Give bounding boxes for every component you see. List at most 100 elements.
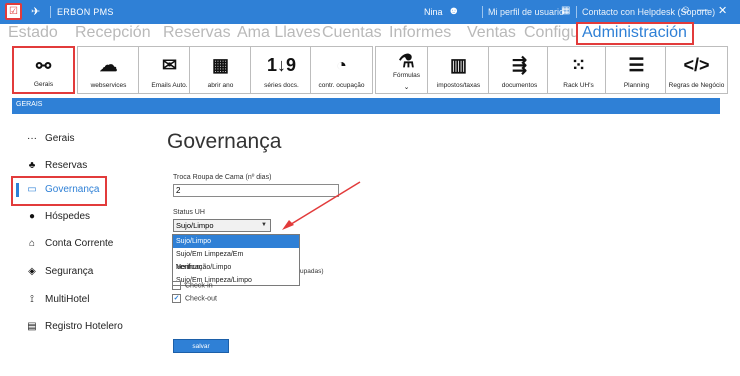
gauge-icon: ◔ [336, 55, 347, 75]
chevron-down-icon: ▼ [261, 222, 267, 228]
status-uh-value: Sujo/Limpo [176, 221, 214, 230]
menu-informes[interactable]: Informes [389, 24, 451, 42]
sidebar-item-gerais[interactable]: ··· Gerais [12, 126, 140, 152]
tool-planning[interactable]: ☰ Planning [605, 46, 668, 94]
annotation-arrow [282, 181, 361, 230]
sidebar-item-label: Conta Corrente [45, 238, 114, 249]
sidebar-item-label: Hóspedes [45, 211, 91, 222]
main-content: Governança Troca Roupa de Cama (nº dias)… [150, 114, 720, 372]
tool-rack-uhs[interactable]: ⁙ Rack UH's [547, 46, 610, 94]
train-icon: ⇶ [511, 55, 528, 75]
tool-label: Planning [623, 82, 650, 89]
menu-reservas[interactable]: Reservas [163, 24, 231, 42]
save-button[interactable]: salvar [173, 339, 229, 353]
toolbar: ⚯ Gerais ☁ webservices ✉ Emails Auto. ▦ … [0, 44, 740, 96]
checkout-checkbox[interactable]: ✓ [172, 294, 181, 303]
tool-impostos-taxas[interactable]: ▥ impostos/taxas [427, 46, 490, 94]
checkout-label: Check-out [185, 295, 217, 303]
status-option[interactable]: Nenhum [173, 261, 299, 274]
user-icon: ● [28, 211, 36, 222]
tool-label: séries docs. [264, 82, 299, 89]
tool-regras-negocio[interactable]: </> Regras de Negócio [665, 46, 728, 94]
checkin-checkbox[interactable] [172, 281, 181, 290]
divider [482, 6, 483, 18]
divider [576, 6, 577, 18]
profile-link[interactable]: Mi perfil de usuario [488, 7, 564, 17]
page-title: Governança [167, 130, 282, 153]
sidebar-item-multihotel[interactable]: ⟟ MultiHotel [12, 287, 140, 313]
tool-label: Rack UH's [563, 82, 594, 89]
ellipsis-icon: ··· [27, 133, 37, 144]
tool-series-docs[interactable]: 1↓9 séries docs. [250, 46, 313, 94]
tool-documentos[interactable]: ⇶ documentos [488, 46, 551, 94]
code-icon: </> [683, 55, 710, 75]
document-icon: ▤ [27, 321, 37, 332]
tool-gerais[interactable]: ⚯ Gerais [12, 46, 75, 94]
administracion-highlight [576, 22, 694, 45]
divider [50, 6, 51, 18]
status-option[interactable]: Sujo/Em Limpeza/Em Verificação/Limpo [173, 248, 299, 271]
minimize-button[interactable]: — [697, 4, 708, 16]
tool-contr-ocupacao[interactable]: ◔ contr. ocupação [310, 46, 373, 94]
sidebar-item-label: Registro Hotelero [45, 321, 123, 332]
sidebar-item-label: Reservas [45, 160, 88, 171]
menu-estado[interactable]: Estado [8, 24, 58, 42]
sidebar-item-label: MultiHotel [45, 294, 90, 305]
sidebar-item-label: Segurança [45, 266, 94, 277]
menu-cuentas[interactable]: Cuentas [322, 24, 382, 42]
cloud-icon: ☁ [99, 55, 118, 75]
grid-icon: ⁙ [570, 55, 587, 75]
sort-numeric-icon: 1↓9 [266, 55, 297, 75]
checkout-row[interactable]: ✓ Check-out [172, 294, 217, 303]
support-icon[interactable]: ☺ [680, 4, 691, 16]
sidebar-item-registro-hotelero[interactable]: ▤ Registro Hotelero [12, 314, 140, 340]
menu-ama-llaves[interactable]: Ama Llaves [237, 24, 321, 42]
tool-label: abrir ano [207, 82, 234, 89]
app-logo-icon[interactable]: ☑ [5, 3, 22, 20]
sidebar-item-seguranca[interactable]: ◈ Segurança [12, 259, 140, 285]
sidebar-item-hospedes[interactable]: ● Hóspedes [12, 204, 140, 230]
menu-ventas[interactable]: Ventas [467, 24, 516, 42]
antenna-icon: ⟟ [30, 294, 34, 305]
tool-abrir-ano[interactable]: ▦ abrir ano [189, 46, 252, 94]
calendar-icon: ▦ [211, 55, 229, 75]
partially-hidden-label: upadas) [300, 268, 324, 275]
tool-label: impostos/taxas [436, 82, 481, 89]
status-uh-select[interactable]: Sujo/Limpo ▼ [173, 219, 271, 232]
tool-webservices[interactable]: ☁ webservices [77, 46, 140, 94]
app-name: ERBON PMS [57, 7, 114, 17]
steam-icon: ⚯ [35, 56, 52, 76]
tool-label: documentos [501, 82, 538, 89]
troca-label: Troca Roupa de Cama (nº dias) [173, 174, 272, 181]
title-bar: ☑ ✈ ERBON PMS Nina ☻ Mi perfil de usuari… [0, 0, 740, 24]
tool-label: Gerais [33, 81, 54, 88]
status-option[interactable]: Sujo/Limpo [173, 235, 299, 248]
section-header: GERAIS [12, 98, 720, 114]
align-center-icon: ☰ [628, 55, 645, 75]
shield-icon: ◈ [28, 266, 36, 277]
helpdesk-link[interactable]: Contacto con Helpdesk (Soporte) [582, 7, 715, 17]
close-button[interactable]: ✕ [718, 4, 727, 17]
sidebar: ··· Gerais ♣ Reservas ▭ Governança ● Hós… [11, 114, 142, 372]
checkin-row[interactable]: Check-in [172, 281, 213, 290]
user-icon[interactable]: ☻ [448, 5, 460, 17]
bank-icon: ⌂ [28, 238, 36, 249]
checkin-label: Check-in [185, 282, 213, 290]
governanca-highlight [11, 176, 107, 206]
tool-label: contr. ocupação [318, 82, 365, 89]
sidebar-item-conta-corrente[interactable]: ⌂ Conta Corrente [12, 231, 140, 257]
piggy-bank-icon: ♣ [28, 160, 36, 171]
building-icon: ▥ [449, 55, 467, 75]
menu-configuraciones[interactable]: Configuraciones [524, 24, 576, 42]
status-uh-label: Status UH [173, 209, 205, 216]
grid-icon[interactable]: ▦ [561, 5, 570, 16]
section-title: GERAIS [16, 101, 43, 108]
sidebar-item-governanca[interactable]: ▭ Governança [11, 176, 140, 206]
user-name[interactable]: Nina [424, 7, 443, 17]
status-uh-dropdown: Sujo/Limpo Sujo/Em Limpeza/Em Verificaçã… [172, 234, 300, 286]
tool-label: webservices [90, 82, 127, 89]
menu-recepcion[interactable]: Recepción [75, 24, 151, 42]
rocket-icon[interactable]: ✈ [31, 5, 40, 18]
sidebar-item-label: Gerais [45, 133, 75, 144]
tool-label: Regras de Negócio [668, 82, 725, 89]
